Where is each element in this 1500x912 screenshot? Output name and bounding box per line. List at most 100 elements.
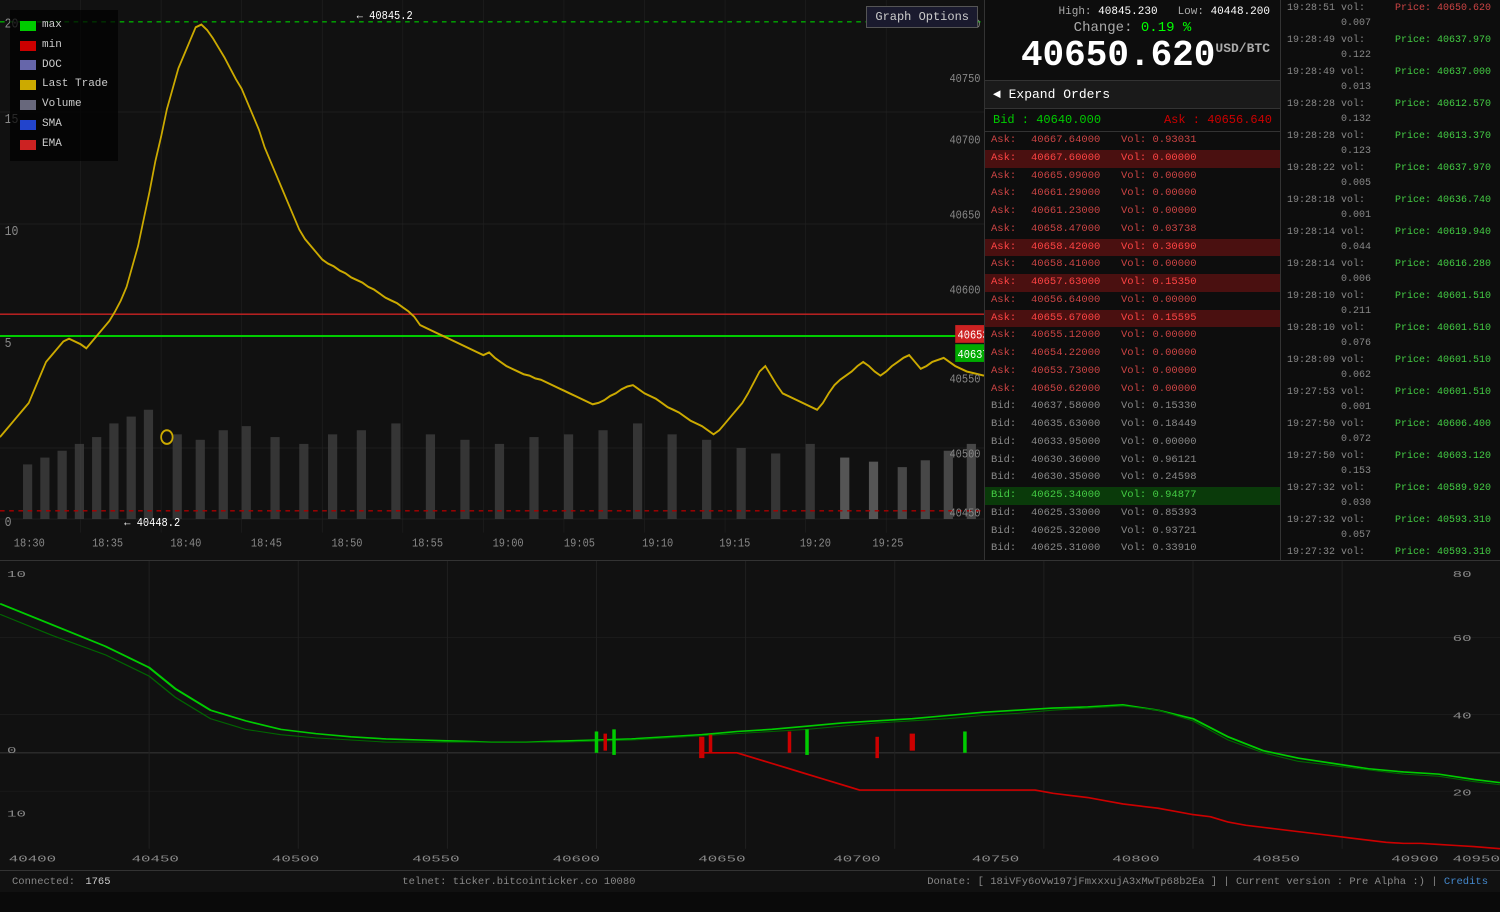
order-row: Ask:40653.73000Vol: 0.00000 bbox=[985, 363, 1280, 381]
svg-text:40500: 40500 bbox=[949, 449, 980, 462]
order-row: Ask:40655.12000Vol: 0.00000 bbox=[985, 327, 1280, 345]
order-row: Ask:40650.62000Vol: 0.00000 bbox=[985, 381, 1280, 399]
trade-row: 19:27:32vol: 0.030Price: 40589.920 bbox=[1281, 480, 1500, 512]
bid-label: Bid : bbox=[993, 113, 1029, 127]
legend-min: min bbox=[42, 36, 62, 56]
order-row: Ask:40667.60000Vol: 0.00000 bbox=[985, 150, 1280, 168]
trades-panel: 19:28:51vol: 0.007Price: 40650.62019:28:… bbox=[1280, 0, 1500, 560]
trade-row: 19:28:28vol: 0.132Price: 40612.570 bbox=[1281, 96, 1500, 128]
svg-text:19:10: 19:10 bbox=[642, 538, 673, 551]
ask-label: Ask : bbox=[1164, 113, 1200, 127]
svg-text:40550: 40550 bbox=[949, 374, 980, 387]
low-value: 40448.200 bbox=[1211, 6, 1270, 18]
stats-header: High: 40845.230 Low: 40448.200 Change: 0… bbox=[985, 0, 1280, 81]
svg-text:40800: 40800 bbox=[1112, 853, 1160, 864]
svg-text:18:55: 18:55 bbox=[412, 538, 443, 551]
legend-ema: EMA bbox=[42, 135, 62, 155]
order-row: Ask:40655.67000Vol: 0.15595 bbox=[985, 310, 1280, 328]
footer: Connected: 1765 telnet: ticker.bitcointi… bbox=[0, 870, 1500, 892]
trade-row: 19:28:10vol: 0.076Price: 40601.510 bbox=[1281, 320, 1500, 352]
order-row: Bid:40635.63000Vol: 0.18449 bbox=[985, 416, 1280, 434]
svg-text:10: 10 bbox=[5, 223, 19, 239]
order-row: Ask:40661.23000Vol: 0.00000 bbox=[985, 203, 1280, 221]
svg-text:40750: 40750 bbox=[972, 853, 1020, 864]
order-row: Ask:40654.22000Vol: 0.00000 bbox=[985, 345, 1280, 363]
trade-row: 19:27:50vol: 0.153Price: 40603.120 bbox=[1281, 448, 1500, 480]
bottom-chart: 10 0 10 80 60 40 20 40400 40450 40500 40… bbox=[0, 561, 1500, 870]
main-chart: max min DOC Last Trade Volume SMA EMA Gr… bbox=[0, 0, 985, 560]
svg-text:0: 0 bbox=[5, 514, 12, 530]
order-row: Bid:40633.95000Vol: 0.00000 bbox=[985, 434, 1280, 452]
svg-text:40600: 40600 bbox=[949, 285, 980, 298]
order-row: Ask:40657.63000Vol: 0.15350 bbox=[985, 274, 1280, 292]
svg-text:← 40448.2: ← 40448.2 bbox=[124, 517, 180, 530]
bottom-chart-svg: 10 0 10 80 60 40 20 40400 40450 40500 40… bbox=[0, 561, 1500, 870]
svg-text:18:45: 18:45 bbox=[251, 538, 282, 551]
svg-text:18:50: 18:50 bbox=[331, 538, 362, 551]
order-book: Ask:40667.64000Vol: 0.93031Ask:40667.600… bbox=[985, 132, 1280, 560]
svg-text:18:40: 18:40 bbox=[170, 538, 201, 551]
trade-row: 19:27:32vol: 0.066Price: 40593.310 bbox=[1281, 544, 1500, 560]
svg-text:40750: 40750 bbox=[949, 73, 980, 86]
svg-text:18:30: 18:30 bbox=[14, 538, 45, 551]
expand-orders-button[interactable]: ◄ Expand Orders bbox=[985, 81, 1280, 109]
ask-display: Ask : 40656.640 bbox=[1164, 113, 1272, 127]
legend-volume: Volume bbox=[42, 95, 82, 115]
svg-text:40653.7: 40653.7 bbox=[958, 330, 984, 343]
svg-text:40900: 40900 bbox=[1391, 853, 1439, 864]
main-chart-svg: 40653.7 40637.6 ← 40845.2 ← 40448.2 20 1… bbox=[0, 0, 984, 560]
svg-text:19:20: 19:20 bbox=[800, 538, 831, 551]
trade-row: 19:27:32vol: 0.057Price: 40593.310 bbox=[1281, 512, 1500, 544]
trade-row: 19:28:22vol: 0.005Price: 40637.970 bbox=[1281, 160, 1500, 192]
bid-value: 40640.000 bbox=[1036, 113, 1101, 127]
connected-count: 1765 bbox=[85, 876, 110, 888]
order-row: Ask:40658.47000Vol: 0.03738 bbox=[985, 221, 1280, 239]
svg-text:← 40845.2: ← 40845.2 bbox=[357, 10, 413, 23]
legend-doc: DOC bbox=[42, 56, 62, 76]
svg-text:0: 0 bbox=[7, 745, 17, 756]
svg-text:10: 10 bbox=[7, 809, 26, 820]
svg-text:40700: 40700 bbox=[833, 853, 881, 864]
svg-text:40637.6: 40637.6 bbox=[958, 349, 984, 362]
svg-text:40650: 40650 bbox=[949, 210, 980, 223]
bid-display: Bid : 40640.000 bbox=[993, 113, 1101, 127]
svg-text:40400: 40400 bbox=[9, 853, 57, 864]
order-row: Ask:40665.09000Vol: 0.00000 bbox=[985, 168, 1280, 186]
graph-options-button[interactable]: Graph Options bbox=[866, 6, 978, 28]
svg-text:19:15: 19:15 bbox=[719, 538, 750, 551]
svg-text:40450: 40450 bbox=[949, 508, 980, 521]
order-row: Bid:40625.34000Vol: 0.94877 bbox=[985, 487, 1280, 505]
trade-row: 19:28:49vol: 0.122Price: 40637.970 bbox=[1281, 32, 1500, 64]
order-row: Bid:40637.58000Vol: 0.15330 bbox=[985, 398, 1280, 416]
svg-text:40650: 40650 bbox=[698, 853, 746, 864]
trade-row: 19:28:51vol: 0.007Price: 40650.620 bbox=[1281, 0, 1500, 32]
trade-row: 19:28:18vol: 0.001Price: 40636.740 bbox=[1281, 192, 1500, 224]
trade-row: 19:27:53vol: 0.001Price: 40601.510 bbox=[1281, 384, 1500, 416]
legend-lasttrade: Last Trade bbox=[42, 75, 108, 95]
order-row: Bid:40630.35000Vol: 0.24598 bbox=[985, 469, 1280, 487]
connected-label: Connected: 1765 bbox=[12, 876, 111, 888]
svg-text:18:35: 18:35 bbox=[92, 538, 123, 551]
trade-row: 19:28:10vol: 0.211Price: 40601.510 bbox=[1281, 288, 1500, 320]
change-display: Change: 0.19 % bbox=[995, 20, 1270, 36]
trade-row: 19:28:28vol: 0.123Price: 40613.370 bbox=[1281, 128, 1500, 160]
svg-text:40700: 40700 bbox=[949, 135, 980, 148]
svg-text:60: 60 bbox=[1453, 633, 1472, 644]
credits-link[interactable]: Credits bbox=[1444, 876, 1488, 888]
svg-text:19:00: 19:00 bbox=[493, 538, 524, 551]
svg-text:40950: 40950 bbox=[1453, 853, 1500, 864]
chart-legend: max min DOC Last Trade Volume SMA EMA bbox=[10, 10, 118, 161]
svg-text:40600: 40600 bbox=[553, 853, 601, 864]
telnet-info: telnet: ticker.bitcointicker.co 10080 bbox=[131, 876, 908, 888]
low-label: Low: 40448.200 bbox=[1178, 6, 1270, 18]
high-label: High: 40845.230 bbox=[1059, 6, 1158, 18]
svg-text:80: 80 bbox=[1453, 569, 1472, 580]
order-row: Bid:40625.32000Vol: 0.93721 bbox=[985, 523, 1280, 541]
order-row: Ask:40656.64000Vol: 0.00000 bbox=[985, 292, 1280, 310]
svg-text:19:25: 19:25 bbox=[872, 538, 903, 551]
order-row: Ask:40667.64000Vol: 0.93031 bbox=[985, 132, 1280, 150]
trade-row: 19:28:14vol: 0.044Price: 40619.940 bbox=[1281, 224, 1500, 256]
order-row: Bid:40630.36000Vol: 0.96121 bbox=[985, 452, 1280, 470]
svg-text:40450: 40450 bbox=[132, 853, 180, 864]
svg-text:40850: 40850 bbox=[1253, 853, 1301, 864]
